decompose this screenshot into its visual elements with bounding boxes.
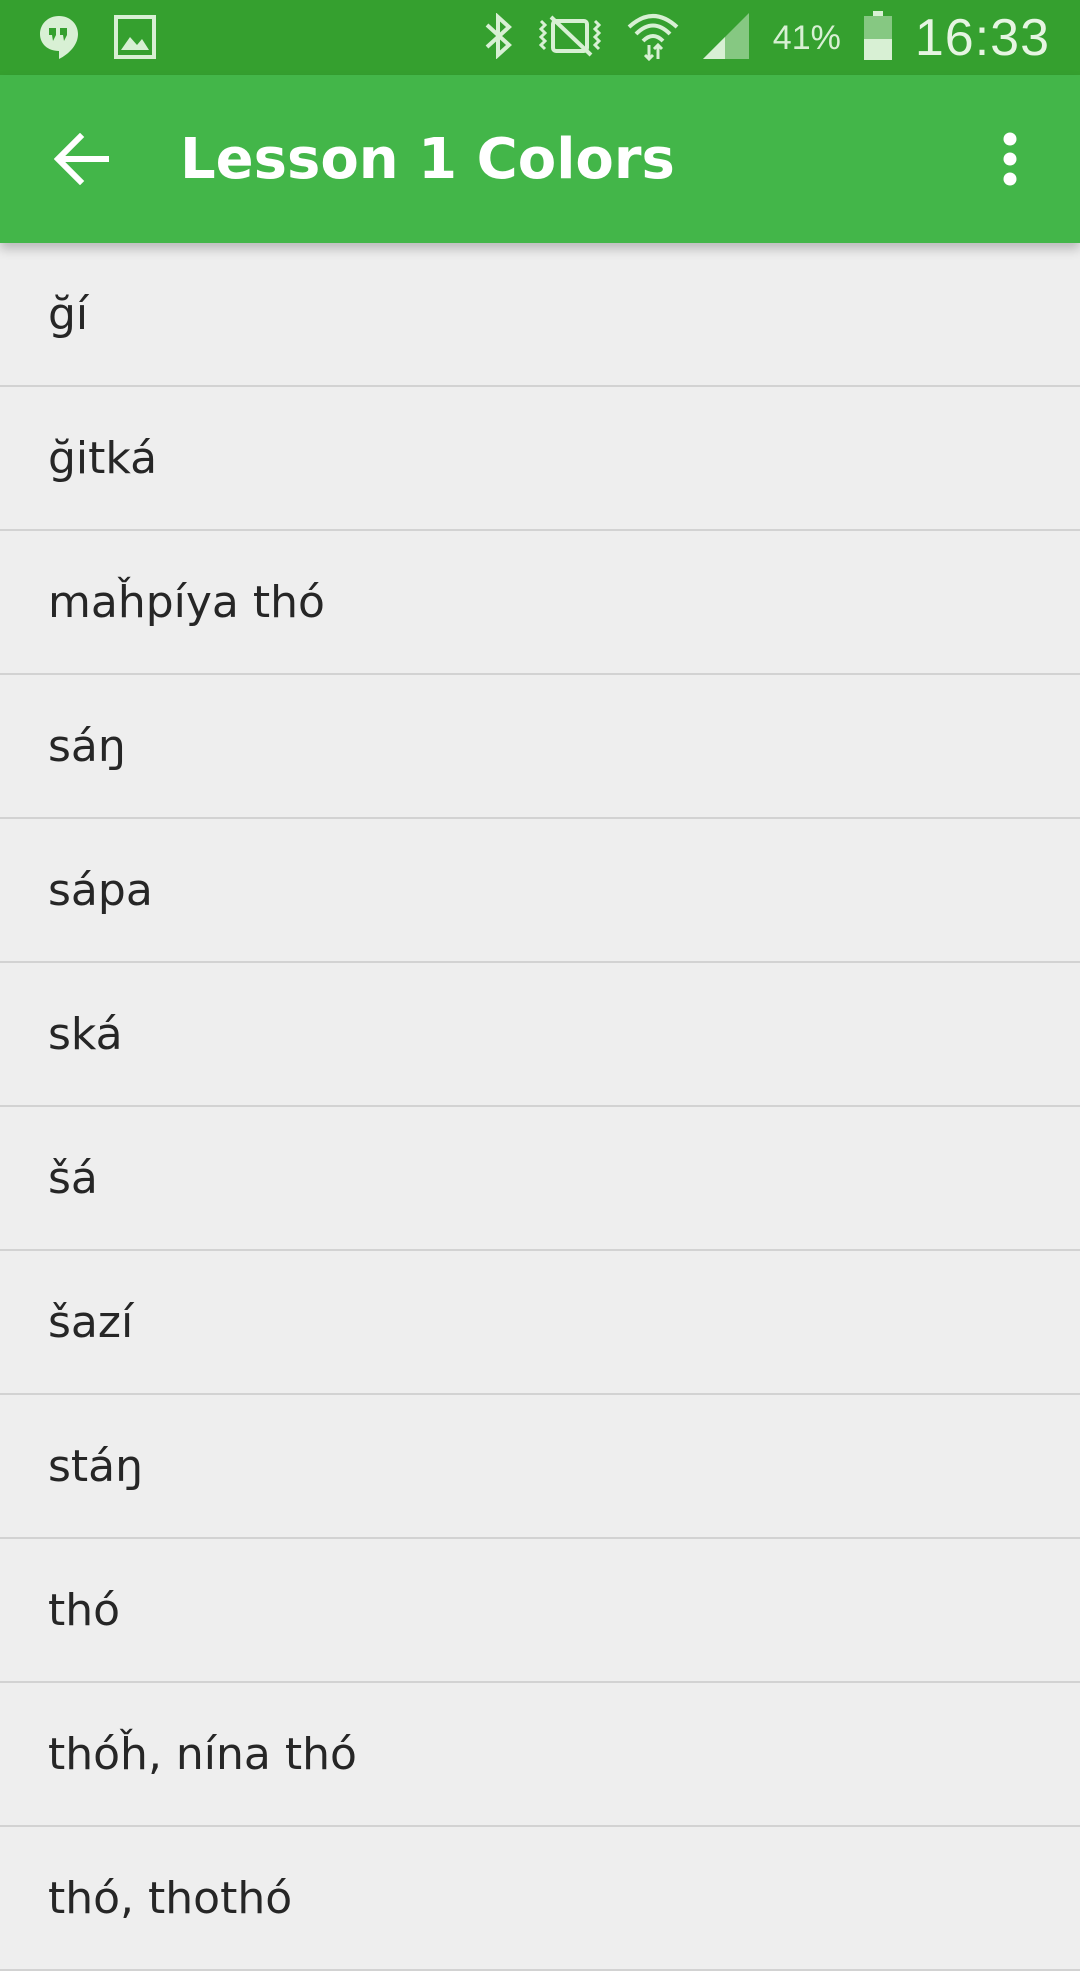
arrow-back-icon: [54, 133, 109, 185]
clock: 16:33: [914, 9, 1050, 67]
wifi-icon: [627, 11, 679, 66]
list-item-label: ğí: [48, 288, 89, 340]
list-item[interactable]: thóȟ, nína thó: [0, 1683, 1080, 1827]
hangouts-icon: [38, 14, 80, 65]
overflow-menu-button[interactable]: [970, 119, 1050, 199]
list-item[interactable]: thó: [0, 1539, 1080, 1683]
battery-icon: [863, 10, 893, 66]
list-item-label: thóȟ, nína thó: [48, 1728, 357, 1780]
status-bar: 41% 16:33: [0, 0, 1080, 75]
list-item[interactable]: stáŋ: [0, 1395, 1080, 1539]
list-item-label: ğitká: [48, 432, 158, 484]
list-item-label: stáŋ: [48, 1440, 144, 1492]
system-icons: 41% 16:33: [483, 8, 1050, 68]
list-item-label: ská: [48, 1008, 123, 1060]
list-item[interactable]: sáŋ: [0, 675, 1080, 819]
list-item-label: thó: [48, 1584, 121, 1636]
list-item-label: šazí: [48, 1296, 134, 1348]
notification-icons: [38, 14, 156, 65]
list-item[interactable]: thó, thothó: [0, 1827, 1080, 1971]
list-item-label: maȟpíya thó: [48, 576, 325, 628]
bluetooth-icon: [483, 11, 513, 64]
word-list: ğí ğitká maȟpíya thó sáŋ sápa ská šá šaz…: [0, 243, 1080, 1971]
list-item[interactable]: ğitká: [0, 387, 1080, 531]
gallery-icon: [114, 15, 156, 64]
list-item[interactable]: šazí: [0, 1251, 1080, 1395]
list-item-label: sápa: [48, 864, 153, 916]
battery-percent: 41%: [772, 18, 841, 57]
list-item[interactable]: ská: [0, 963, 1080, 1107]
app-bar: Lesson 1 Colors: [0, 75, 1080, 243]
list-item[interactable]: maȟpíya thó: [0, 531, 1080, 675]
list-item-label: thó, thothó: [48, 1872, 293, 1924]
list-item[interactable]: ğí: [0, 243, 1080, 387]
vibrate-mute-icon: [535, 13, 605, 64]
list-item-label: sáŋ: [48, 720, 126, 772]
more-vert-icon: [1003, 132, 1017, 186]
list-item[interactable]: sápa: [0, 819, 1080, 963]
signal-icon: [701, 11, 751, 66]
list-item[interactable]: šá: [0, 1107, 1080, 1251]
back-button[interactable]: [42, 119, 122, 199]
page-title: Lesson 1 Colors: [180, 127, 675, 192]
list-item-label: šá: [48, 1152, 98, 1204]
